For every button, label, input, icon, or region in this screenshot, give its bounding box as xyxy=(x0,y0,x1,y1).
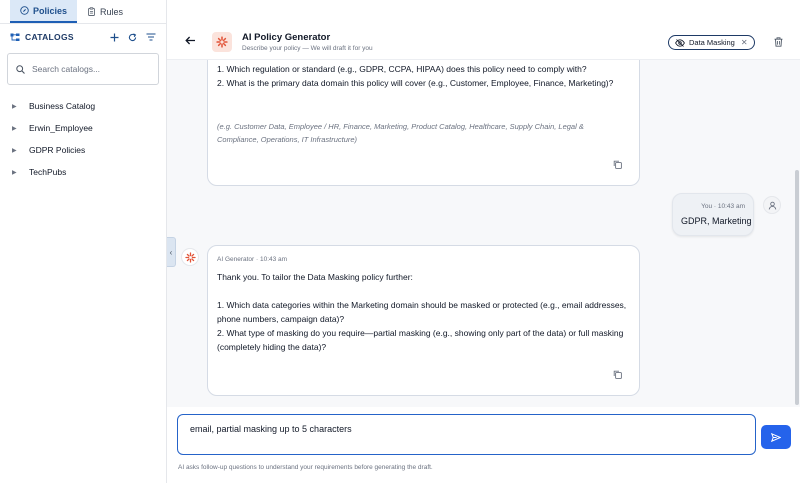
page-title: AI Policy Generator xyxy=(242,32,331,43)
close-icon[interactable]: ✕ xyxy=(741,38,748,47)
ai-avatar xyxy=(181,248,199,266)
catalogs-header: CATALOGS xyxy=(0,24,166,50)
composer-footnote: AI asks follow-up questions to understan… xyxy=(178,464,433,471)
policy-type-tag[interactable]: Data Masking ✕ xyxy=(668,35,755,50)
caret-right-icon[interactable]: ▶ xyxy=(12,169,18,176)
hierarchy-icon xyxy=(10,33,20,42)
eye-off-icon xyxy=(675,38,685,47)
message-line xyxy=(217,284,629,298)
catalog-item-techpubs[interactable]: ▶ TechPubs xyxy=(0,161,166,183)
catalog-search[interactable] xyxy=(7,53,159,85)
collapse-sidebar-handle[interactable]: ‹ xyxy=(167,237,176,267)
message-line: 2. What type of masking do you require—p… xyxy=(217,328,624,352)
catalog-item-label: Erwin_Employee xyxy=(29,123,93,133)
trash-icon[interactable] xyxy=(774,37,783,47)
tab-rules-label: Rules xyxy=(100,6,124,17)
sparkle-logo-icon xyxy=(216,36,228,48)
catalog-item-label: TechPubs xyxy=(29,167,67,177)
caret-right-icon[interactable]: ▶ xyxy=(12,103,18,110)
tab-policies-label: Policies xyxy=(33,5,68,16)
catalogs-actions xyxy=(110,32,156,42)
message-line: Thank you. To tailor the Data Masking po… xyxy=(217,272,413,282)
user-icon xyxy=(768,201,777,210)
caret-right-icon[interactable]: ▶ xyxy=(12,147,18,154)
sidebar-tabs: Policies Rules xyxy=(0,0,166,24)
main-panel: ‹ 1. Which regulation or standard (e.g.,… xyxy=(167,0,800,483)
ai-message-text: 1. Which regulation or standard (e.g., G… xyxy=(217,62,622,90)
back-arrow-icon[interactable] xyxy=(185,36,196,45)
copy-icon[interactable] xyxy=(613,160,622,169)
message-line: 1. Which regulation or standard (e.g., G… xyxy=(217,64,587,74)
ai-message-card: 1. Which regulation or standard (e.g., G… xyxy=(207,60,640,186)
send-icon xyxy=(771,432,781,442)
ai-message-card: AI Generator · 10:43 am Thank you. To ta… xyxy=(207,245,640,396)
message-meta: You · 10:43 am xyxy=(701,203,745,210)
catalog-item-erwin-employee[interactable]: ▶ Erwin_Employee xyxy=(0,117,166,139)
send-button[interactable] xyxy=(761,425,791,449)
user-avatar xyxy=(763,196,781,214)
user-message-text: GDPR, Marketing xyxy=(681,216,752,226)
message-meta: AI Generator · 10:43 am xyxy=(217,256,288,263)
sparkle-logo-icon xyxy=(184,251,196,263)
sort-icon[interactable] xyxy=(146,33,156,41)
chat-scrollbar[interactable] xyxy=(795,170,799,405)
page-subtitle: Describe your policy — We will draft it … xyxy=(242,45,373,52)
copy-icon[interactable] xyxy=(613,370,622,379)
domain-hint: (e.g. Customer Data, Employee / HR, Fina… xyxy=(217,122,584,144)
tag-label: Data Masking xyxy=(689,38,735,47)
message-line: 1. Which data categories within the Mark… xyxy=(217,300,627,324)
catalog-item-label: Business Catalog xyxy=(29,101,96,111)
catalog-item-business-catalog[interactable]: ▶ Business Catalog xyxy=(0,95,166,117)
app-logo xyxy=(212,32,232,52)
catalog-tree: ▶ Business Catalog ▶ Erwin_Employee ▶ GD… xyxy=(0,95,166,183)
sidebar: Policies Rules CATALOGS Search catalogs.… xyxy=(0,0,167,483)
tab-policies[interactable]: Policies xyxy=(10,0,78,23)
caret-right-icon[interactable]: ▶ xyxy=(12,125,18,132)
search-icon xyxy=(16,64,25,74)
header: AI Policy Generator Describe your policy… xyxy=(167,0,800,60)
compass-icon xyxy=(20,6,29,15)
chat-area: ‹ 1. Which regulation or standard (e.g.,… xyxy=(167,60,800,407)
catalog-item-label: GDPR Policies xyxy=(29,145,86,155)
user-message-bubble: You · 10:43 am GDPR, Marketing xyxy=(672,193,754,236)
add-catalog-icon[interactable] xyxy=(110,33,119,42)
ai-message-text: Thank you. To tailor the Data Masking po… xyxy=(217,270,629,354)
message-input[interactable]: email, partial masking up to 5 character… xyxy=(177,414,756,455)
catalog-item-gdpr-policies[interactable]: ▶ GDPR Policies xyxy=(0,139,166,161)
refresh-icon[interactable] xyxy=(128,32,137,42)
tab-rules[interactable]: Rules xyxy=(77,0,133,23)
message-line: 2. What is the primary data domain this … xyxy=(217,78,614,88)
clipboard-icon xyxy=(87,7,96,16)
catalogs-title-text: CATALOGS xyxy=(25,32,74,42)
catalogs-title: CATALOGS xyxy=(10,32,110,42)
search-input[interactable] xyxy=(32,64,150,74)
composer: email, partial masking up to 5 character… xyxy=(167,407,800,483)
